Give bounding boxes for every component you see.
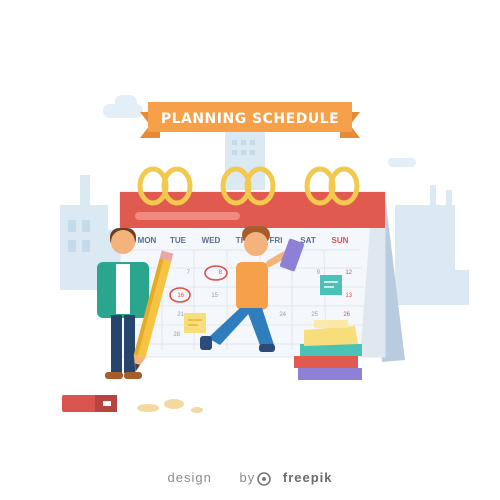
credit-line: design by freepik: [0, 470, 500, 485]
date-25: 25: [311, 312, 318, 318]
illustration: PLANNING SCHEDULE MON TUE WED THU FRI SA…: [0, 0, 500, 500]
date-24: 24: [279, 312, 286, 318]
pencil-shavings: [137, 399, 203, 413]
credit-prefix: design: [167, 470, 212, 485]
date-13: 13: [345, 293, 352, 299]
day-label-sun: SUN: [332, 236, 349, 245]
credit-by: by: [239, 470, 256, 485]
date-16: 16: [177, 293, 184, 299]
sticky-note-yellow: [184, 313, 206, 333]
day-label-tue: TUE: [170, 236, 187, 245]
eraser: [62, 395, 117, 412]
scene-svg: PLANNING SCHEDULE MON TUE WED THU FRI SA…: [60, 95, 469, 486]
date-21: 21: [177, 312, 184, 318]
credit-brand[interactable]: freepik: [283, 470, 333, 485]
date-28: 28: [173, 332, 180, 338]
day-label-fri: FRI: [270, 236, 283, 245]
date-12: 12: [345, 270, 352, 276]
date-26: 26: [343, 312, 350, 318]
banner-title: PLANNING SCHEDULE: [161, 111, 339, 127]
sticky-note-teal: [320, 275, 342, 295]
day-label-wed: WED: [202, 236, 221, 245]
day-label-mon: MON: [138, 236, 157, 245]
date-15: 15: [211, 293, 218, 299]
